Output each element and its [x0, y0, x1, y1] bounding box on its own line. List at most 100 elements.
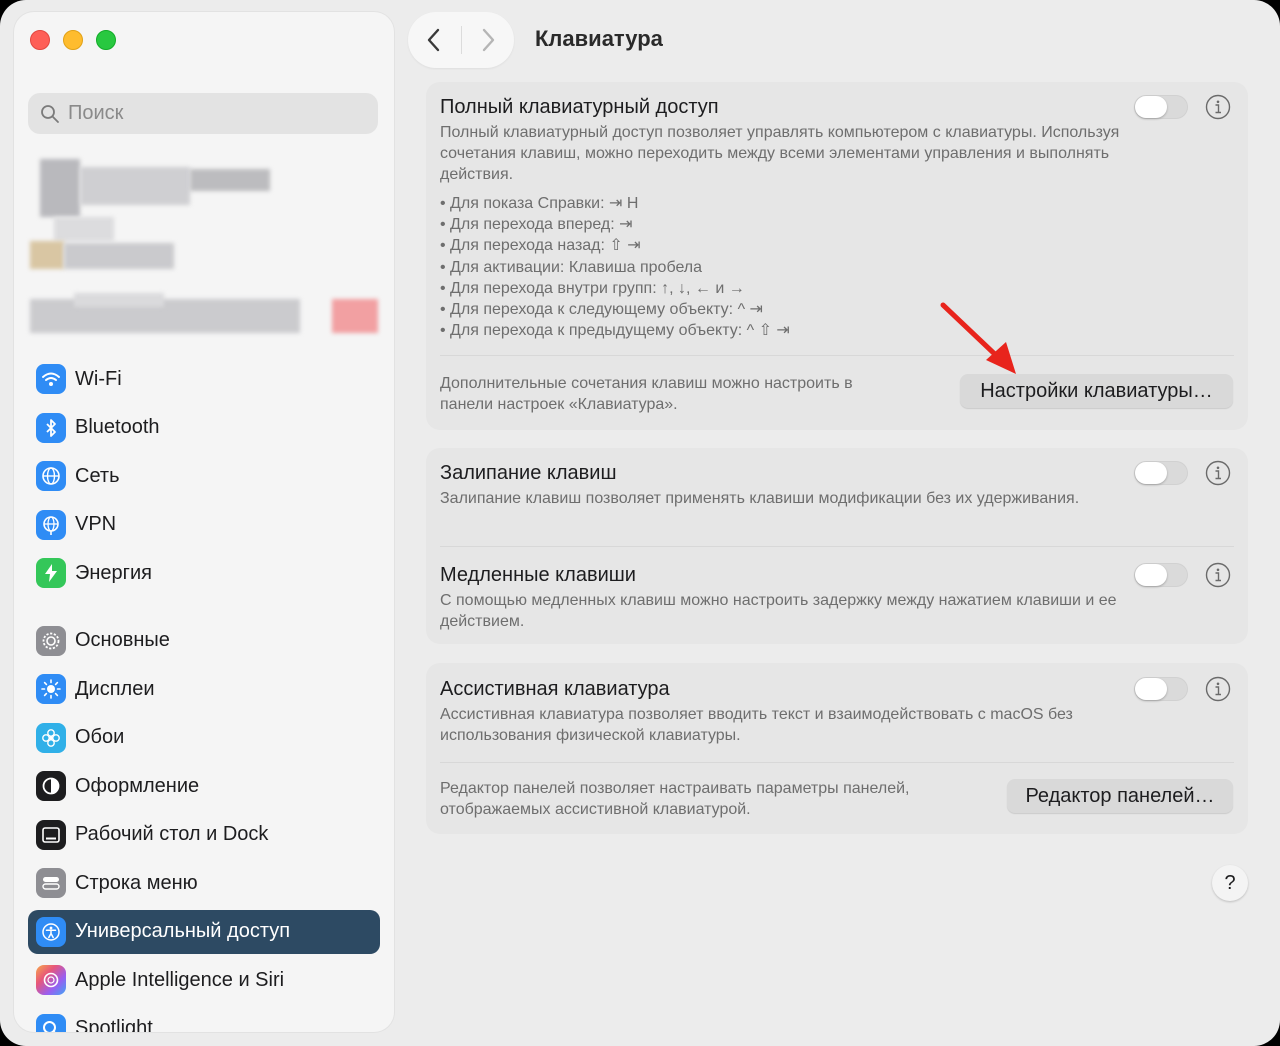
- main-pane: Клавиатура Полный клавиатурный доступ По…: [394, 0, 1280, 1046]
- chevron-right-icon: [482, 28, 494, 52]
- divider: [440, 762, 1234, 763]
- shortcut-item: • Для перехода назад: ⇧ ⇥: [440, 237, 641, 255]
- search-field[interactable]: [28, 93, 378, 134]
- menubar-icon: [36, 868, 66, 898]
- chevron-left-icon: [428, 28, 440, 52]
- shortcut-item: • Для перехода к следующему объекту: ^ ⇥: [440, 301, 763, 319]
- divider: [440, 546, 1234, 547]
- sidebar-item-bluetooth[interactable]: Bluetooth: [28, 406, 380, 450]
- sidebar-item-label: Универсальный доступ: [75, 920, 291, 942]
- sticky-keys-toggle[interactable]: [1134, 461, 1188, 485]
- help-button[interactable]: ?: [1212, 865, 1248, 901]
- lightning-icon: [36, 558, 66, 588]
- sidebar-item-label: Энергия: [75, 561, 152, 584]
- panel-editor-button[interactable]: Редактор панелей…: [1007, 779, 1233, 813]
- back-button[interactable]: [408, 12, 461, 68]
- shortcut-item: • Для перехода внутри групп: ↑, ↓, ← и →: [440, 279, 745, 297]
- flower-icon: [36, 722, 66, 753]
- close-window-button[interactable]: [30, 30, 50, 50]
- full-access-description: Полный клавиатурный доступ позволяет упр…: [440, 124, 1120, 183]
- window-controls: [30, 30, 116, 50]
- sun-icon: [36, 674, 66, 704]
- accessibility-icon: [36, 916, 66, 947]
- account-area-redacted[interactable]: [14, 147, 394, 347]
- full-access-info-button[interactable]: [1205, 94, 1231, 120]
- gear-icon: [36, 625, 66, 656]
- search-icon: [41, 104, 59, 123]
- sidebar-item-menubar[interactable]: Строка меню: [28, 861, 380, 905]
- assistive-keyboard-info-button[interactable]: [1205, 676, 1231, 702]
- siri-icon: [36, 965, 66, 995]
- sidebar-item-wallpaper[interactable]: Обои: [28, 716, 380, 760]
- page-title: Клавиатура: [535, 26, 663, 51]
- info-icon: [1205, 94, 1231, 120]
- shortcut-item: • Для показа Справки: ⇥ H: [440, 195, 639, 212]
- sidebar-item-label: Wi-Fi: [75, 367, 122, 390]
- full-access-title: Полный клавиатурный доступ: [440, 96, 719, 118]
- slow-keys-toggle[interactable]: [1134, 563, 1188, 587]
- sidebar-item-desktop-dock[interactable]: Рабочий стол и Dock: [28, 813, 380, 857]
- shortcut-item: • Для перехода вперед: ⇥: [440, 216, 633, 234]
- sidebar-item-label: Bluetooth: [75, 416, 160, 438]
- full-access-shortcuts: • Для показа Справки: ⇥ H • Для перехода…: [440, 193, 790, 341]
- divider: [440, 355, 1234, 356]
- sidebar-item-appearance[interactable]: Оформление: [28, 764, 380, 808]
- info-icon: [1205, 562, 1231, 588]
- wifi-icon: [36, 364, 66, 394]
- sidebar-item-label: Рабочий стол и Dock: [75, 823, 269, 845]
- sidebar-item-network[interactable]: Сеть: [28, 454, 380, 498]
- globe-icon: [36, 461, 66, 491]
- info-icon: [1205, 460, 1231, 486]
- keyboard-settings-button[interactable]: Настройки клавиатуры…: [960, 374, 1233, 408]
- sticky-slow-keys-section: Залипание клавиш Залипание клавиш позвол…: [426, 448, 1248, 644]
- sidebar-item-label: Apple Intelligence и Siri: [75, 968, 285, 991]
- sidebar-item-label: Сеть: [75, 464, 120, 487]
- sidebar-item-vpn[interactable]: VPN: [28, 503, 380, 547]
- forward-button[interactable]: [461, 12, 514, 68]
- minimize-window-button[interactable]: [63, 30, 83, 50]
- settings-window: Wi-Fi Bluetooth Сеть VPN: [0, 0, 1280, 1046]
- assistive-keyboard-section: Ассистивная клавиатура Ассистивная клави…: [426, 663, 1248, 834]
- sidebar-item-label: Строка меню: [75, 871, 198, 894]
- shortcut-item: • Для перехода к предыдущему объекту: ^ …: [440, 322, 790, 340]
- sticky-keys-title: Залипание клавиш: [440, 462, 617, 484]
- slow-keys-description: С помощью медленных клавиш можно настрои…: [440, 592, 1117, 630]
- keyboard-settings-hint: Дополнительные сочетания клавиш можно на…: [440, 375, 853, 413]
- assistive-keyboard-toggle[interactable]: [1134, 677, 1188, 701]
- sidebar-item-label: Spotlight: [75, 1017, 153, 1032]
- sidebar-item-accessibility[interactable]: Универсальный доступ: [28, 909, 380, 954]
- sidebar-item-label: Оформление: [75, 774, 200, 797]
- panel-editor-hint: Редактор панелей позволяет настраивать п…: [440, 780, 910, 818]
- zoom-window-button[interactable]: [96, 30, 116, 50]
- sidebar-item-label: VPN: [75, 513, 117, 535]
- slow-keys-info-button[interactable]: [1205, 562, 1231, 588]
- full-keyboard-access-section: Полный клавиатурный доступ Полный клавиа…: [426, 82, 1248, 430]
- bluetooth-icon: [36, 412, 66, 443]
- sidebar: Wi-Fi Bluetooth Сеть VPN: [14, 12, 394, 1032]
- appearance-icon: [36, 771, 66, 801]
- sidebar-item-label: Обои: [75, 726, 125, 748]
- sticky-keys-description: Залипание клавиш позволяет применять кла…: [440, 490, 1080, 507]
- sidebar-item-spotlight[interactable]: Spotlight: [28, 1007, 380, 1032]
- assistive-keyboard-description: Ассистивная клавиатура позволяет вводить…: [440, 706, 1073, 744]
- spotlight-icon: [36, 1013, 66, 1032]
- sticky-keys-info-button[interactable]: [1205, 460, 1231, 486]
- sidebar-item-energy[interactable]: Энергия: [28, 551, 380, 595]
- sidebar-item-label: Дисплеи: [75, 677, 155, 700]
- sidebar-item-siri[interactable]: Apple Intelligence и Siri: [28, 958, 380, 1002]
- history-nav: [408, 12, 514, 68]
- assistive-keyboard-title: Ассистивная клавиатура: [440, 678, 670, 700]
- sidebar-item-displays[interactable]: Дисплеи: [28, 667, 380, 711]
- info-icon: [1205, 676, 1231, 702]
- full-access-toggle[interactable]: [1134, 95, 1188, 119]
- vpn-globe-icon: [36, 509, 66, 540]
- sidebar-item-wifi[interactable]: Wi-Fi: [28, 357, 380, 401]
- shortcut-item: • Для активации: Клавиша пробела: [440, 258, 703, 276]
- sidebar-item-general[interactable]: Основные: [28, 619, 380, 663]
- desktop-dock-icon: [36, 819, 66, 850]
- search-input[interactable]: [68, 102, 348, 125]
- slow-keys-title: Медленные клавиши: [440, 564, 636, 586]
- sidebar-nav: Wi-Fi Bluetooth Сеть VPN Энергия Основны…: [28, 357, 380, 1032]
- sidebar-item-label: Основные: [75, 629, 170, 651]
